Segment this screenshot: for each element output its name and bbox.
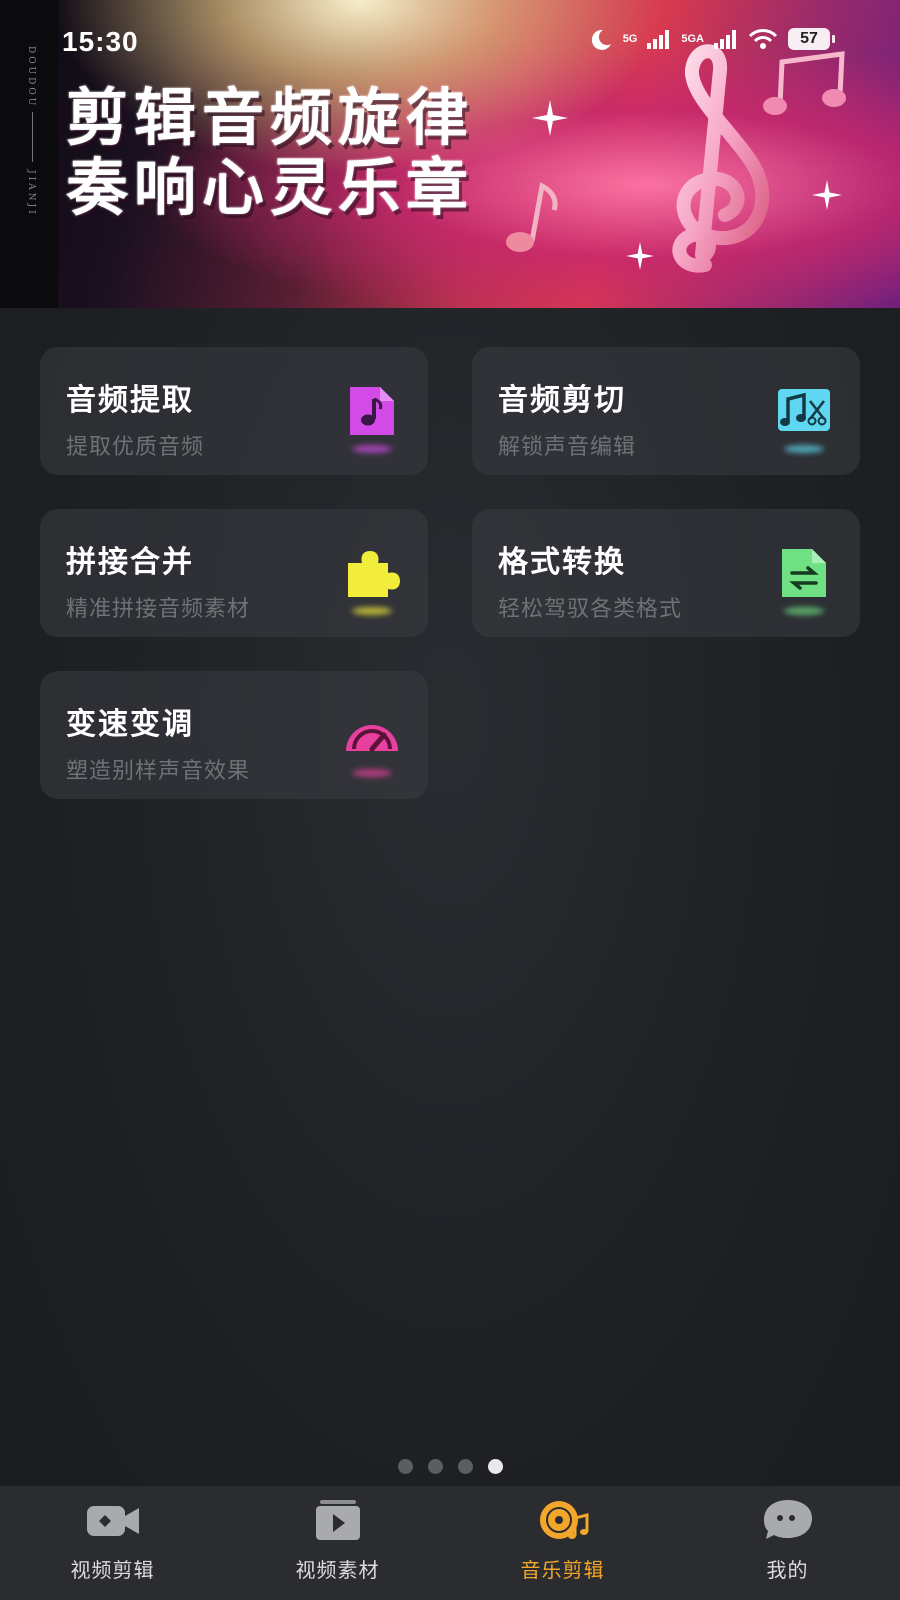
tab-profile[interactable]: 我的 [675, 1486, 900, 1600]
music-file-icon [350, 387, 394, 435]
file-convert-icon [782, 549, 826, 597]
page-indicator [0, 1459, 900, 1474]
chat-face-icon [763, 1500, 812, 1539]
music-scissors-icon [778, 389, 830, 431]
tab-video-edit[interactable]: 视频剪辑 [0, 1486, 225, 1600]
banner-side-text-bottom: JIANJI [26, 170, 36, 217]
signal-label-1: 5G [622, 33, 638, 45]
tool-card-title: 音频剪切 [498, 384, 626, 417]
page-dot[interactable] [397, 1459, 413, 1474]
tool-card-subtitle: 精准拼接音频素材 [66, 596, 251, 621]
speedometer-icon [346, 725, 398, 752]
puzzle-piece-icon [348, 551, 400, 597]
tool-card-subtitle: 塑造别样声音效果 [66, 758, 251, 783]
banner-side-divider [32, 112, 33, 162]
tab-music-edit[interactable]: 音乐剪辑 [450, 1486, 675, 1600]
banner-title-line1: 剪辑音频旋律 [66, 84, 475, 153]
tool-card-title: 变速变调 [66, 708, 194, 741]
tab-label: 视频剪辑 [70, 1560, 155, 1582]
tab-label: 视频素材 [295, 1560, 380, 1582]
status-time: 15:30 [62, 26, 139, 57]
sparkle-icon [532, 100, 568, 136]
tool-card-audio-extract[interactable]: 音频提取 提取优质音频 [40, 347, 428, 475]
banner-title-line2: 奏响心灵乐章 [66, 154, 475, 223]
tool-card-format-convert[interactable]: 格式转换 轻松驾驭各类格式 [472, 509, 860, 637]
tool-card-subtitle: 轻松驾驭各类格式 [498, 596, 683, 621]
banner-title: 剪辑音频旋律 奏响心灵乐章 [66, 84, 474, 224]
music-note-graphic-left [506, 182, 558, 252]
signal-bars-icon [647, 30, 670, 49]
tool-card-title: 音频提取 [66, 384, 194, 417]
tool-card-speed-pitch[interactable]: 变速变调 塑造别样声音效果 [40, 671, 428, 799]
tool-card-title: 格式转换 [498, 546, 626, 579]
tool-card-splice-merge[interactable]: 拼接合并 精准拼接音频素材 [40, 509, 428, 637]
tool-card-title: 拼接合并 [66, 546, 194, 579]
moon-icon [591, 29, 611, 50]
tool-card-subtitle: 解锁声音编辑 [498, 434, 637, 459]
page-dot[interactable] [457, 1459, 473, 1474]
video-play-icon [315, 1500, 360, 1540]
video-camera-icon [86, 1506, 139, 1536]
battery-indicator: 57 [788, 28, 835, 50]
tool-card-audio-cut[interactable]: 音频剪切 解锁声音编辑 [472, 347, 860, 475]
bottom-tab-bar: 视频剪辑 视频素材 音乐剪辑 我的 [0, 1486, 900, 1600]
icon-glow [352, 769, 392, 777]
page-dot-active[interactable] [487, 1459, 503, 1474]
tab-video-material[interactable]: 视频素材 [225, 1486, 450, 1600]
icon-glow [352, 607, 392, 615]
signal-label-2: 5GA [681, 33, 704, 45]
signal-bars-icon [714, 30, 736, 49]
icon-glow [352, 445, 392, 453]
music-disc-icon [539, 1501, 588, 1539]
sparkle-icon [626, 242, 654, 270]
page-dot[interactable] [427, 1459, 443, 1474]
tab-label: 音乐剪辑 [520, 1560, 605, 1582]
status-bar: 15:30 5G 5GA 57 [0, 0, 900, 80]
wifi-icon [748, 29, 778, 49]
icon-glow [784, 607, 824, 615]
tab-label: 我的 [766, 1560, 809, 1582]
status-icons: 5G 5GA 57 [587, 28, 835, 50]
sparkle-icon [812, 180, 842, 210]
icon-glow [784, 445, 824, 453]
tool-card-subtitle: 提取优质音频 [66, 434, 205, 459]
